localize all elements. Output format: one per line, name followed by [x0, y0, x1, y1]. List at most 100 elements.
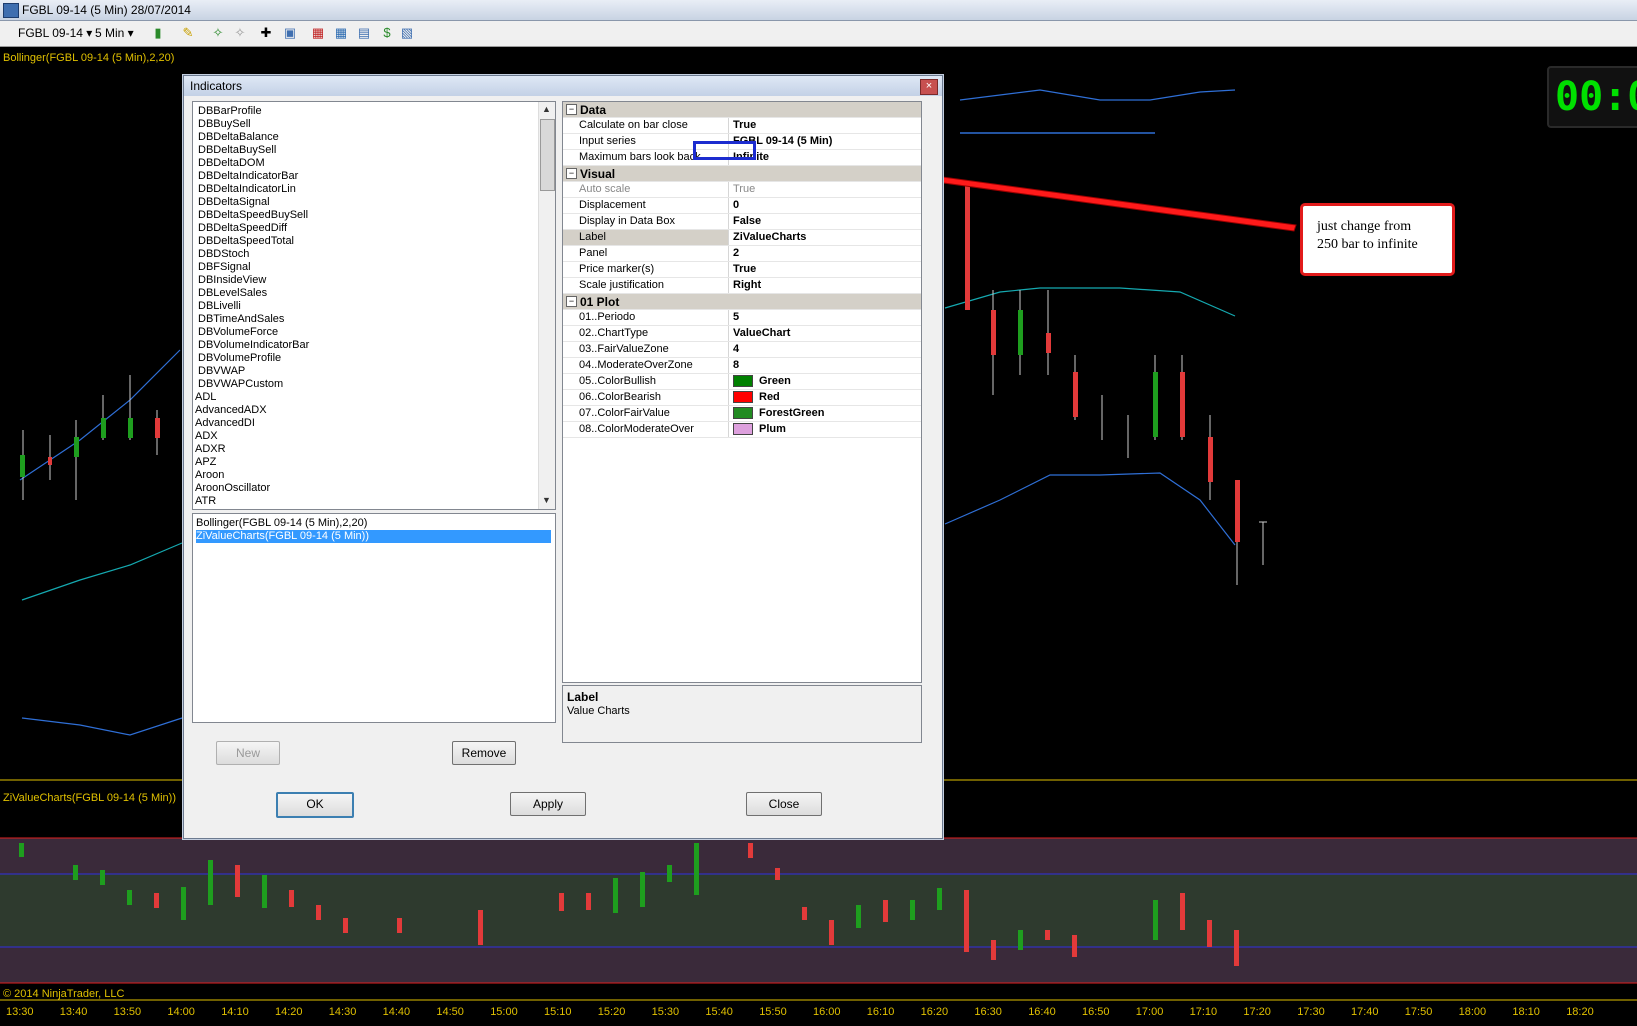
remove-button[interactable]: Remove: [452, 741, 516, 765]
indicator-list-item[interactable]: DBDeltaIndicatorBar: [198, 170, 298, 183]
scroll-down-icon[interactable]: ▼: [542, 495, 551, 505]
new-button[interactable]: New: [216, 741, 280, 765]
property-value[interactable]: FGBL 09-14 (5 Min): [730, 134, 920, 149]
property-value[interactable]: 4: [730, 342, 920, 357]
property-value[interactable]: Right: [730, 278, 920, 293]
indicator-list-item[interactable]: DBLevelSales: [198, 287, 267, 300]
property-row[interactable]: 07..ColorFairValue ForestGreen: [563, 406, 921, 422]
property-row[interactable]: Display in Data Box False: [563, 214, 921, 230]
property-name: 06..ColorBearish: [563, 390, 729, 405]
property-row[interactable]: Auto scale True: [563, 182, 921, 198]
property-row[interactable]: 03..FairValueZone 4: [563, 342, 921, 358]
indicator-list-item[interactable]: DBTimeAndSales: [198, 313, 284, 326]
property-value[interactable]: ForestGreen: [730, 406, 920, 421]
property-row[interactable]: Label ZiValueCharts: [563, 230, 921, 246]
indicator-list-item[interactable]: AdvancedADX: [195, 404, 267, 417]
property-row[interactable]: 01..Periodo 5: [563, 310, 921, 326]
property-name: 04..ModerateOverZone: [563, 358, 729, 373]
indicator-list-item[interactable]: Aroon: [195, 469, 224, 482]
time-tick-label: 14:40: [382, 1006, 411, 1018]
indicator-list-item[interactable]: DBBuySell: [198, 118, 251, 131]
indicator-list-item[interactable]: DBDeltaBalance: [198, 131, 279, 144]
indicator-list-item[interactable]: ADL: [195, 391, 216, 404]
property-value[interactable]: True: [730, 182, 920, 197]
indicator-list-item[interactable]: DBDeltaSpeedBuySell: [198, 209, 308, 222]
indicator-list-item[interactable]: ADX: [195, 430, 218, 443]
property-value[interactable]: Red: [730, 390, 920, 405]
property-value[interactable]: ZiValueCharts: [730, 230, 920, 245]
time-tick-label: 14:00: [167, 1006, 195, 1018]
property-value-text: ZiValueCharts: [733, 231, 807, 243]
ok-button[interactable]: OK: [276, 792, 354, 818]
property-row[interactable]: 04..ModerateOverZone 8: [563, 358, 921, 374]
property-value[interactable]: Infinite: [730, 150, 920, 165]
indicator-list-item[interactable]: ATR: [195, 495, 216, 508]
property-row[interactable]: Scale justification Right: [563, 278, 921, 294]
property-row[interactable]: 02..ChartType ValueChart: [563, 326, 921, 342]
properties-grid[interactable]: − Data Calculate on bar close True Input ser…: [562, 101, 922, 683]
property-value[interactable]: 2: [730, 246, 920, 261]
collapse-icon[interactable]: −: [566, 104, 577, 115]
category-visual[interactable]: − Visual: [563, 166, 921, 182]
dialog-close-icon[interactable]: ×: [920, 79, 938, 95]
property-value[interactable]: 8: [730, 358, 920, 373]
indicator-list-item[interactable]: DBFSignal: [198, 261, 251, 274]
property-value[interactable]: 0: [730, 198, 920, 213]
indicator-list-item[interactable]: AroonOscillator: [195, 482, 270, 495]
applied-indicators-list[interactable]: Bollinger(FGBL 09-14 (5 Min),2,20) ZiVal…: [192, 513, 556, 723]
property-row[interactable]: Panel 2: [563, 246, 921, 262]
indicator-list-item[interactable]: DBDeltaIndicatorLin: [198, 183, 296, 196]
time-tick-label: 16:30: [974, 1006, 1002, 1018]
property-value-text: Plum: [759, 423, 786, 435]
indicator-list-item[interactable]: DBDeltaBuySell: [198, 144, 276, 157]
indicator-list-item[interactable]: DBVolumeForce: [198, 326, 278, 339]
property-value[interactable]: True: [730, 118, 920, 133]
bollinger-middle-band-left: [21, 542, 183, 601]
indicator-list-item[interactable]: DBVWAPCustom: [198, 378, 283, 391]
indicator-list-item[interactable]: DBVWAP: [198, 365, 245, 378]
scroll-up-icon[interactable]: ▲: [542, 104, 551, 114]
indicator-list-item[interactable]: DBDStoch: [198, 248, 249, 261]
indicator-list-item[interactable]: DBLivelli: [198, 300, 241, 313]
category-data[interactable]: − Data: [563, 102, 921, 118]
indicator-list-item[interactable]: DBVolumeIndicatorBar: [198, 339, 309, 352]
property-value[interactable]: 5: [730, 310, 920, 325]
time-tick-label: 16:00: [813, 1006, 841, 1018]
property-value[interactable]: Plum: [730, 422, 920, 437]
property-name: 05..ColorBullish: [563, 374, 729, 389]
indicator-list-scrollbar[interactable]: ▲ ▼: [538, 102, 555, 509]
property-row[interactable]: 08..ColorModerateOver Plum: [563, 422, 921, 438]
collapse-icon[interactable]: −: [566, 296, 577, 307]
collapse-icon[interactable]: −: [566, 168, 577, 179]
property-value[interactable]: True: [730, 262, 920, 277]
indicator-list-item[interactable]: DBVolumeProfile: [198, 352, 281, 365]
property-value[interactable]: ValueChart: [730, 326, 920, 341]
category-plot[interactable]: −01 Plot: [563, 294, 921, 310]
indicator-list-item[interactable]: DBInsideView: [198, 274, 266, 287]
property-value[interactable]: False: [730, 214, 920, 229]
property-row[interactable]: Price marker(s) True: [563, 262, 921, 278]
indicator-list-item[interactable]: DBDeltaSpeedDiff: [198, 222, 287, 235]
property-name: 07..ColorFairValue: [563, 406, 729, 421]
applied-indicator-item[interactable]: Bollinger(FGBL 09-14 (5 Min),2,20): [196, 517, 551, 530]
indicator-list-item[interactable]: DBDeltaSignal: [198, 196, 270, 209]
available-indicators-list[interactable]: ▲ ▼ DBBarProfile DBBuySell DBDeltaBalance D…: [192, 101, 556, 510]
property-row[interactable]: 05..ColorBullish Green: [563, 374, 921, 390]
indicator-list-item[interactable]: AdvancedDI: [195, 417, 255, 430]
scrollbar-thumb[interactable]: [540, 119, 555, 191]
applied-indicator-item-selected[interactable]: ZiValueCharts(FGBL 09-14 (5 Min)): [196, 530, 551, 543]
property-row[interactable]: Displacement 0: [563, 198, 921, 214]
indicators-dialog: Indicators × ▲ ▼ DBBarProfile DBBuySell DB…: [183, 75, 943, 839]
indicator-list-item[interactable]: DBDeltaSpeedTotal: [198, 235, 294, 248]
property-name: Displacement: [563, 198, 729, 213]
property-row[interactable]: Calculate on bar close True: [563, 118, 921, 134]
property-row[interactable]: 06..ColorBearish Red: [563, 390, 921, 406]
indicator-list-item[interactable]: DBDeltaDOM: [198, 157, 265, 170]
apply-button[interactable]: Apply: [510, 792, 586, 816]
close-button[interactable]: Close: [746, 792, 822, 816]
property-value[interactable]: Green: [730, 374, 920, 389]
indicator-list-item[interactable]: ADXR: [195, 443, 226, 456]
color-swatch: [733, 423, 753, 436]
indicator-list-item[interactable]: APZ: [195, 456, 216, 469]
indicator-list-item[interactable]: DBBarProfile: [198, 105, 262, 118]
